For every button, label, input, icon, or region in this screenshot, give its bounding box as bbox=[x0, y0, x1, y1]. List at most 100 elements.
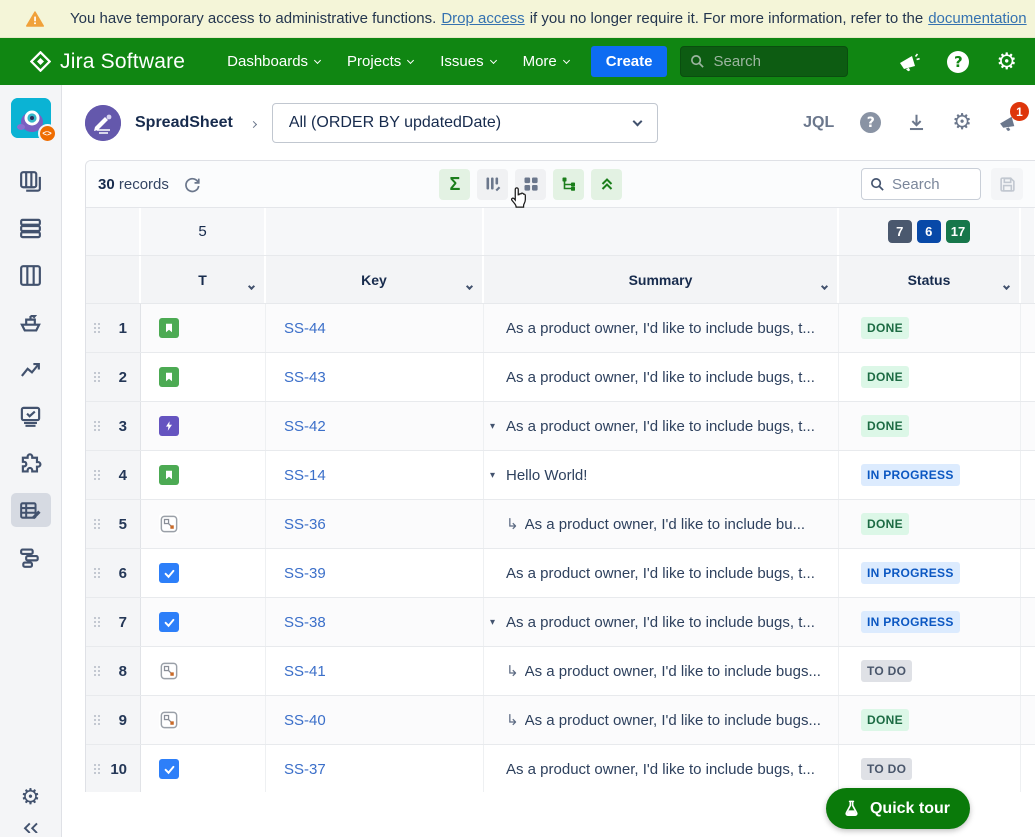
type-cell[interactable] bbox=[141, 598, 266, 646]
sidebar-board-columns-icon[interactable] bbox=[11, 258, 51, 292]
sum-button[interactable]: Σ bbox=[439, 168, 471, 200]
collapse-sidebar-icon[interactable] bbox=[21, 821, 41, 837]
sidebar-reports-icon[interactable] bbox=[11, 352, 51, 386]
table-search[interactable] bbox=[861, 168, 982, 200]
jql-button[interactable]: JQL bbox=[803, 114, 834, 132]
export-download-icon[interactable] bbox=[907, 113, 926, 132]
drop-access-link[interactable]: Drop access bbox=[441, 10, 524, 27]
column-header-status[interactable]: Status bbox=[839, 256, 1021, 303]
documentation-link[interactable]: documentation bbox=[928, 10, 1026, 27]
type-cell[interactable] bbox=[141, 647, 266, 695]
drag-handle-icon[interactable] bbox=[94, 470, 100, 480]
summary-cell[interactable]: As a product owner, I'd like to include … bbox=[484, 353, 839, 401]
summary-cell[interactable]: ▾ Hello World! bbox=[484, 451, 839, 499]
page-title[interactable]: SpreadSheet bbox=[135, 114, 233, 132]
type-cell[interactable] bbox=[141, 402, 266, 450]
summary-cell[interactable]: ↳ As a product owner, I'd like to include… bbox=[484, 500, 839, 548]
issue-key-link[interactable]: SS-42 bbox=[284, 418, 326, 435]
drag-handle-icon[interactable] bbox=[94, 519, 100, 529]
nav-issues[interactable]: Issues bbox=[440, 53, 497, 70]
collapse-triangle-icon[interactable]: ▾ bbox=[490, 617, 506, 628]
column-header-type[interactable]: T bbox=[141, 256, 266, 303]
table-search-input[interactable] bbox=[892, 175, 969, 193]
issue-key-link[interactable]: SS-39 bbox=[284, 565, 326, 582]
status-cell[interactable]: DONE bbox=[839, 304, 1021, 352]
summary-cell[interactable]: ↳ As a product owner, I'd like to include… bbox=[484, 696, 839, 744]
type-cell[interactable] bbox=[141, 500, 266, 548]
type-cell[interactable] bbox=[141, 549, 266, 597]
column-header-summary[interactable]: Summary bbox=[484, 256, 839, 303]
filter-dropdown[interactable]: All (ORDER BY updatedDate) bbox=[271, 102, 658, 143]
drag-handle-icon[interactable] bbox=[94, 421, 100, 431]
refresh-icon[interactable] bbox=[184, 176, 201, 193]
global-search-input[interactable] bbox=[713, 53, 824, 70]
jira-logo[interactable]: Jira Software bbox=[30, 50, 185, 74]
drag-handle-icon[interactable] bbox=[94, 323, 100, 333]
sidebar-spreadsheet-icon[interactable] bbox=[10, 493, 51, 527]
status-cell[interactable]: DONE bbox=[839, 353, 1021, 401]
status-cell[interactable]: DONE bbox=[839, 402, 1021, 450]
settings-gear-icon[interactable]: ⚙ bbox=[952, 110, 972, 135]
global-search[interactable] bbox=[680, 46, 849, 77]
help-icon[interactable]: ? bbox=[860, 112, 882, 133]
type-cell[interactable] bbox=[141, 696, 266, 744]
collapse-triangle-icon[interactable]: ▾ bbox=[490, 470, 506, 481]
save-button[interactable] bbox=[991, 168, 1024, 200]
summary-cell[interactable]: ↳ As a product owner, I'd like to include… bbox=[484, 647, 839, 695]
drag-handle-icon[interactable] bbox=[94, 568, 100, 578]
nav-projects[interactable]: Projects bbox=[347, 53, 415, 70]
hierarchy-button[interactable] bbox=[553, 168, 585, 200]
drag-handle-icon[interactable] bbox=[94, 617, 100, 627]
collapse-all-button[interactable] bbox=[591, 168, 623, 200]
issue-key-link[interactable]: SS-41 bbox=[284, 663, 326, 680]
status-cell[interactable]: DONE bbox=[839, 500, 1021, 548]
status-cell[interactable]: IN PROGRESS bbox=[839, 451, 1021, 499]
type-cell[interactable] bbox=[141, 353, 266, 401]
issue-key-link[interactable]: SS-36 bbox=[284, 516, 326, 533]
issue-key-link[interactable]: SS-38 bbox=[284, 614, 326, 631]
status-cell[interactable]: TO DO bbox=[839, 647, 1021, 695]
summary-cell[interactable]: ▾ As a product owner, I'd like to include… bbox=[484, 402, 839, 450]
sidebar-backlog-icon[interactable] bbox=[11, 211, 51, 245]
admin-gear-icon[interactable]: ⚙ bbox=[996, 49, 1017, 75]
help-icon[interactable]: ? bbox=[947, 50, 970, 73]
sidebar-addons-puzzle-icon[interactable] bbox=[11, 446, 51, 480]
grid-view-button[interactable] bbox=[515, 168, 547, 200]
drag-handle-icon[interactable] bbox=[94, 666, 100, 676]
sidebar-settings-gear-icon[interactable]: ⚙ bbox=[11, 781, 51, 815]
sidebar-issues-icon[interactable] bbox=[11, 399, 51, 433]
nav-more[interactable]: More bbox=[523, 53, 570, 70]
issue-key-link[interactable]: SS-43 bbox=[284, 369, 326, 386]
issue-key-link[interactable]: SS-14 bbox=[284, 467, 326, 484]
sidebar-releases-ship-icon[interactable] bbox=[11, 305, 51, 339]
summary-cell[interactable]: As a product owner, I'd like to include … bbox=[484, 304, 839, 352]
key-cell: SS-14 bbox=[266, 451, 484, 499]
column-settings-button[interactable] bbox=[477, 168, 509, 200]
announcements-megaphone-icon[interactable]: 1 bbox=[998, 102, 1029, 132]
create-button[interactable]: Create bbox=[590, 46, 668, 77]
drag-handle-icon[interactable] bbox=[94, 372, 100, 382]
collapse-triangle-icon[interactable]: ▾ bbox=[490, 421, 506, 432]
nav-dashboards[interactable]: Dashboards bbox=[227, 53, 322, 70]
issue-key-link[interactable]: SS-37 bbox=[284, 761, 326, 778]
status-cell[interactable]: IN PROGRESS bbox=[839, 598, 1021, 646]
drag-handle-icon[interactable] bbox=[94, 764, 100, 774]
drag-handle-icon[interactable] bbox=[94, 715, 100, 725]
type-cell[interactable] bbox=[141, 745, 266, 792]
status-cell[interactable]: DONE bbox=[839, 696, 1021, 744]
status-cell[interactable]: IN PROGRESS bbox=[839, 549, 1021, 597]
sidebar-boards-icon[interactable] bbox=[11, 164, 51, 198]
project-avatar[interactable]: <> bbox=[10, 98, 57, 143]
type-cell[interactable] bbox=[141, 304, 266, 352]
quick-tour-button[interactable]: Quick tour bbox=[825, 788, 970, 829]
summary-cell[interactable]: As a product owner, I'd like to include … bbox=[484, 745, 839, 792]
issue-key-link[interactable]: SS-44 bbox=[284, 320, 326, 337]
status-cell[interactable]: TO DO bbox=[839, 745, 1021, 792]
column-header-key[interactable]: Key bbox=[266, 256, 484, 303]
announcement-megaphone-icon[interactable] bbox=[898, 52, 921, 72]
type-cell[interactable] bbox=[141, 451, 266, 499]
summary-cell[interactable]: As a product owner, I'd like to include … bbox=[484, 549, 839, 597]
issue-key-link[interactable]: SS-40 bbox=[284, 712, 326, 729]
summary-cell[interactable]: ▾ As a product owner, I'd like to include… bbox=[484, 598, 839, 646]
sidebar-gantt-icon[interactable] bbox=[11, 540, 51, 574]
